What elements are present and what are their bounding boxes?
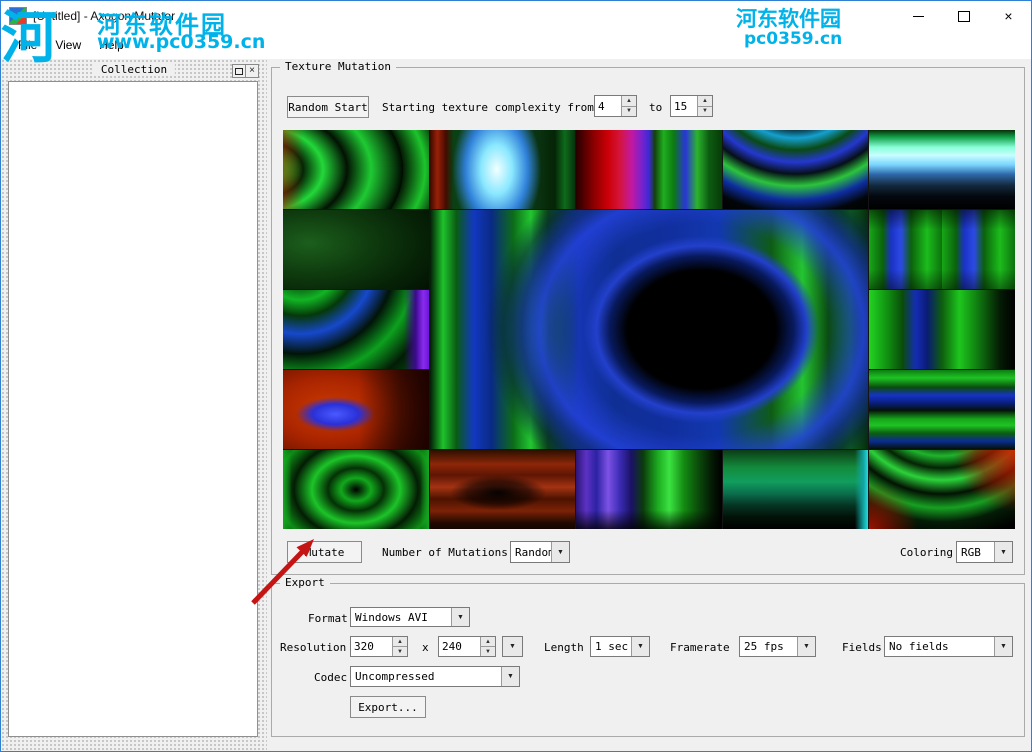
minimize-button[interactable] (896, 1, 941, 31)
resolution-preset-dropdown[interactable]: ▼ (502, 636, 523, 657)
export-group: Export Format Windows AVI ▼ Resolution 3… (271, 583, 1025, 737)
chevron-down-icon[interactable]: ▼ (503, 637, 522, 656)
window-title: [Untitled] - Axogon Mutator (33, 9, 175, 23)
spin-up-button[interactable]: ▲ (393, 637, 407, 646)
texture-mutation-group: Texture Mutation Random Start Starting t… (271, 67, 1025, 575)
complexity-to-spinner: 15 ▲ ▼ (670, 95, 713, 117)
format-label: Format (308, 612, 348, 625)
complexity-to-value[interactable]: 15 (671, 96, 697, 116)
chevron-down-icon[interactable]: ▼ (994, 542, 1012, 562)
texture-tile-mid-right-3[interactable] (869, 370, 1015, 449)
resolution-label: Resolution (280, 641, 346, 654)
num-mutations-value: Random (511, 542, 551, 562)
texture-tile-mid-right-2[interactable] (869, 290, 1015, 369)
resolution-height-spinner: 240 ▲ ▼ (438, 636, 496, 657)
format-dropdown[interactable]: Windows AVI ▼ (350, 607, 470, 627)
maximize-button[interactable] (941, 1, 986, 31)
framerate-dropdown[interactable]: 25 fps ▼ (739, 636, 816, 657)
float-panel-icon (235, 68, 243, 75)
complexity-from-value[interactable]: 4 (595, 96, 621, 116)
spin-up-button[interactable]: ▲ (698, 96, 712, 106)
menu-file[interactable]: File (9, 34, 46, 56)
export-group-title: Export (280, 576, 330, 589)
coloring-dropdown[interactable]: RGB ▼ (956, 541, 1013, 563)
menu-help[interactable]: Help (90, 34, 133, 56)
coloring-value: RGB (957, 542, 994, 562)
app-icon[interactable] (9, 7, 27, 25)
chevron-down-icon[interactable]: ▼ (631, 637, 649, 656)
length-dropdown[interactable]: 1 sec ▼ (590, 636, 650, 657)
chevron-down-icon[interactable]: ▼ (501, 667, 519, 686)
texture-tile-top-1[interactable] (283, 130, 429, 209)
collection-panel-title: Collection (93, 63, 175, 76)
spin-up-button[interactable]: ▲ (622, 96, 636, 106)
float-panel-button[interactable] (232, 64, 246, 78)
close-icon: × (1004, 9, 1012, 23)
to-label: to (649, 101, 662, 114)
spin-down-button[interactable]: ▼ (622, 106, 636, 117)
texture-tile-top-3[interactable] (576, 130, 722, 209)
title-bar: [Untitled] - Axogon Mutator × (1, 1, 1031, 31)
length-value: 1 sec (591, 637, 631, 656)
chevron-down-icon[interactable]: ▼ (451, 608, 469, 626)
length-label: Length (544, 641, 584, 654)
fields-value: No fields (885, 637, 994, 656)
close-panel-icon: × (249, 66, 255, 76)
menu-view[interactable]: View (46, 34, 90, 56)
window-controls: × (896, 1, 1031, 31)
texture-tile-top-2[interactable] (430, 130, 576, 209)
collection-dock: Collection × (1, 59, 267, 751)
app-window: [Untitled] - Axogon Mutator × File View … (0, 0, 1032, 752)
texture-tile-top-4[interactable] (723, 130, 869, 209)
codec-label: Codec (314, 671, 347, 684)
close-button[interactable]: × (986, 1, 1031, 31)
codec-dropdown[interactable]: Uncompressed ▼ (350, 666, 520, 687)
texture-tile-center[interactable] (430, 210, 869, 449)
texture-tile-mid-left-1[interactable] (283, 210, 429, 289)
resolution-x-label: x (422, 641, 429, 654)
spin-down-button[interactable]: ▼ (698, 106, 712, 117)
resolution-height-value[interactable]: 240 (439, 637, 480, 656)
spin-down-button[interactable]: ▼ (393, 646, 407, 656)
chevron-down-icon[interactable]: ▼ (994, 637, 1012, 656)
fields-label: Fields (842, 641, 882, 654)
texture-tile-mid-left-3[interactable] (283, 370, 429, 449)
num-mutations-label: Number of Mutations (382, 546, 508, 559)
complexity-label: Starting texture complexity from (382, 101, 594, 114)
menu-bar: File View Help (1, 31, 1031, 59)
texture-tile-bottom-3[interactable] (576, 450, 722, 529)
texture-tile-top-5[interactable] (869, 130, 1015, 209)
format-value: Windows AVI (351, 608, 451, 626)
random-start-button[interactable]: Random Start (287, 96, 369, 118)
codec-value: Uncompressed (351, 667, 501, 686)
export-button[interactable]: Export... (350, 696, 426, 718)
coloring-label: Coloring (900, 546, 953, 559)
texture-tile-mid-right-1[interactable] (869, 210, 1015, 289)
framerate-value: 25 fps (740, 637, 797, 656)
texture-grid (283, 130, 1015, 529)
complexity-from-spinner: 4 ▲ ▼ (594, 95, 637, 117)
texture-tile-bottom-5[interactable] (869, 450, 1015, 529)
collection-list[interactable] (8, 81, 258, 737)
fields-dropdown[interactable]: No fields ▼ (884, 636, 1013, 657)
framerate-label: Framerate (670, 641, 730, 654)
resolution-width-spinner: 320 ▲ ▼ (350, 636, 408, 657)
close-panel-button[interactable]: × (245, 64, 259, 78)
texture-mutation-group-title: Texture Mutation (280, 60, 396, 73)
chevron-down-icon[interactable]: ▼ (551, 542, 569, 562)
spin-up-button[interactable]: ▲ (481, 637, 495, 646)
minimize-icon (913, 16, 924, 17)
texture-tile-bottom-2[interactable] (430, 450, 576, 529)
num-mutations-dropdown[interactable]: Random ▼ (510, 541, 570, 563)
mutate-button[interactable]: Mutate (287, 541, 362, 563)
maximize-icon (958, 11, 970, 22)
chevron-down-icon[interactable]: ▼ (797, 637, 815, 656)
spin-down-button[interactable]: ▼ (481, 646, 495, 656)
texture-tile-mid-left-2[interactable] (283, 290, 429, 369)
texture-tile-bottom-4[interactable] (723, 450, 869, 529)
main-panel: Texture Mutation Random Start Starting t… (269, 59, 1027, 751)
resolution-width-value[interactable]: 320 (351, 637, 392, 656)
texture-tile-bottom-1[interactable] (283, 450, 429, 529)
